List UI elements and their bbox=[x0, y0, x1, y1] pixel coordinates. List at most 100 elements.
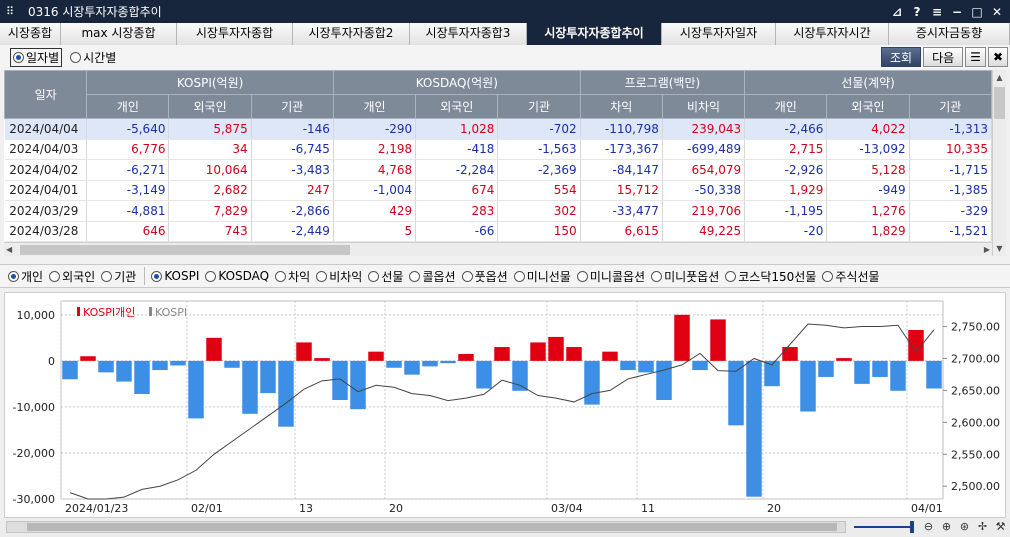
market-radio-1[interactable]: KOSDAQ bbox=[205, 269, 269, 283]
chart-bar bbox=[854, 360, 870, 384]
investor-radio-0[interactable]: 개인 bbox=[8, 268, 43, 285]
zoom-slider[interactable] bbox=[854, 526, 912, 528]
query-button[interactable]: 조회 bbox=[880, 47, 922, 67]
market-radio-8[interactable]: 미니콜옵션 bbox=[576, 268, 646, 285]
tab-market-investor-hourly[interactable]: 시장투자자시간 bbox=[776, 23, 889, 45]
market-radio-2[interactable]: 차익 bbox=[275, 268, 310, 285]
table-cell: -1,313 bbox=[909, 118, 992, 140]
table-cell: -1,521 bbox=[909, 221, 992, 242]
table-cell: 5,875 bbox=[168, 118, 252, 140]
tab-market-investor-daily[interactable]: 시장투자자일자 bbox=[662, 23, 776, 45]
tab-market-investor-2[interactable]: 시장투자자종합2 bbox=[293, 23, 410, 45]
market-radio-4[interactable]: 선물 bbox=[368, 268, 403, 285]
data-grid[interactable]: 일자 KOSPI(억원) KOSDAQ(억원) 프로그램(백만) 선물(계약) … bbox=[4, 70, 992, 242]
legend-swatch-line bbox=[149, 307, 152, 316]
chart-bar bbox=[602, 351, 618, 361]
radio-hourly[interactable]: 시간별 bbox=[70, 49, 116, 66]
radio-dot bbox=[8, 270, 19, 282]
header-col[interactable]: 비차익 bbox=[661, 94, 746, 119]
market-radio-9[interactable]: 미니풋옵션 bbox=[651, 268, 719, 285]
table-row[interactable]: 2024/04/02 -6,271 10,064 -3,483 4,768 -2,284-… bbox=[4, 159, 992, 181]
y-tick-label-left: -20,000 bbox=[13, 447, 55, 460]
market-radio-11[interactable]: 주식선물 bbox=[822, 268, 880, 285]
table-cell: -5,640 bbox=[86, 118, 170, 140]
header-col[interactable]: 기관 bbox=[250, 94, 334, 119]
y-tick-label-right: 2,700.00 bbox=[951, 352, 1000, 365]
settings-icon[interactable]: ⚒ bbox=[993, 519, 1008, 534]
header-col[interactable]: 차익 bbox=[579, 94, 663, 119]
investor-radio-2[interactable]: 기관 bbox=[101, 268, 136, 285]
market-radio-0[interactable]: KOSPI bbox=[151, 269, 199, 283]
header-col[interactable]: 기관 bbox=[497, 94, 581, 119]
settings-icon[interactable]: ✖ bbox=[987, 47, 1008, 67]
chart-panel[interactable]: 10,000 0 -10,000 -20,000 -30,000 2,750.00 2,70… bbox=[4, 292, 1006, 518]
header-col[interactable]: 개인 bbox=[86, 94, 170, 119]
table-cell: 2,198 bbox=[333, 139, 417, 160]
horizontal-scrollbar[interactable]: ◀ ▶ bbox=[4, 242, 992, 256]
header-date[interactable]: 일자 bbox=[4, 70, 88, 119]
table-row[interactable]: 2024/04/03 6,776 34 -6,745 2,198 -418 -1,563 -1… bbox=[4, 139, 992, 160]
market-radio-7[interactable]: 미니선물 bbox=[513, 268, 571, 285]
scroll-thumb[interactable] bbox=[27, 523, 837, 531]
maximize-icon[interactable]: □ bbox=[968, 5, 986, 19]
tab-fund-flow[interactable]: 증시자금동향 bbox=[889, 23, 1010, 45]
tab-market-overview[interactable]: 시장종합 bbox=[0, 23, 61, 45]
market-radio-label: 미니콜옵션 bbox=[589, 269, 646, 284]
scroll-right-icon[interactable]: ▶ bbox=[984, 243, 990, 257]
market-radio-5[interactable]: 콜옵션 bbox=[409, 268, 456, 285]
radio-dot bbox=[13, 51, 24, 63]
chart-bar bbox=[134, 360, 150, 395]
market-radio-label: 코스닥150선물 bbox=[738, 269, 817, 284]
market-radio-10[interactable]: 코스닥150선물 bbox=[725, 268, 816, 285]
market-radio-group: KOSPI KOSDAQ 차익 비차익 선물 콜옵션 풋옵션 미니선물 미니콜옵션 미니풋옵션 코스… bbox=[151, 268, 885, 285]
tab-max-market-overview[interactable]: max 시장종합 bbox=[61, 23, 177, 45]
header-col[interactable]: 외국인 bbox=[415, 94, 499, 119]
help-icon[interactable]: ? bbox=[908, 5, 926, 19]
restore-icon[interactable]: ≡ bbox=[928, 5, 946, 19]
table-cell: 5 bbox=[333, 221, 417, 242]
investor-radio-1[interactable]: 외국인 bbox=[49, 268, 95, 285]
investor-radio-label: 외국인 bbox=[62, 269, 96, 284]
market-radio-6[interactable]: 풋옵션 bbox=[461, 268, 508, 285]
header-col[interactable]: 개인 bbox=[744, 94, 828, 119]
zoom-fit-icon[interactable]: ⊛ bbox=[957, 519, 972, 534]
table-row[interactable]: 2024/04/01 -3,149 2,682 247 -1,004 674 554 15,7… bbox=[4, 180, 992, 201]
scroll-up-icon[interactable]: ▲ bbox=[993, 70, 1006, 85]
scroll-left-icon[interactable]: ◀ bbox=[6, 243, 12, 257]
close-icon[interactable]: ✕ bbox=[988, 5, 1006, 19]
minimize-icon[interactable]: − bbox=[948, 5, 966, 19]
header-col[interactable]: 외국인 bbox=[826, 94, 910, 119]
scroll-thumb[interactable] bbox=[994, 87, 1005, 119]
table-cell: -1,195 bbox=[744, 200, 828, 222]
zoom-out-icon[interactable]: ⊖ bbox=[921, 519, 936, 534]
x-tick-label: 02/01 bbox=[191, 502, 223, 515]
zoom-slider-handle[interactable] bbox=[910, 521, 914, 533]
header-col[interactable]: 외국인 bbox=[168, 94, 252, 119]
header-col[interactable]: 개인 bbox=[332, 94, 417, 119]
legend-label-bar: KOSPI개인 bbox=[83, 306, 135, 319]
radio-daily[interactable]: 일자별 bbox=[10, 47, 63, 67]
chart-bar bbox=[332, 360, 348, 400]
header-col[interactable]: 기관 bbox=[908, 94, 992, 119]
tab-market-investor-trend[interactable]: 시장투자자종합추이 bbox=[527, 23, 662, 45]
chart-bar bbox=[620, 360, 636, 371]
pin-icon[interactable]: ⊿ bbox=[888, 5, 906, 19]
scroll-thumb[interactable] bbox=[20, 245, 350, 255]
table-row[interactable]: 2024/04/04 -5,640 5,875 -146 -290 1,028 -702 -1… bbox=[4, 118, 992, 140]
table-cell: 10,335 bbox=[909, 139, 992, 160]
vertical-scrollbar[interactable]: ▲ ▼ bbox=[992, 70, 1006, 256]
market-radio-3[interactable]: 비차익 bbox=[316, 268, 362, 285]
scroll-down-icon[interactable]: ▼ bbox=[993, 241, 1006, 256]
next-button[interactable]: 다음 bbox=[923, 47, 964, 67]
list-icon[interactable]: ☰ bbox=[965, 47, 986, 67]
crosshair-icon[interactable]: ✢ bbox=[975, 519, 990, 534]
table-row[interactable]: 2024/03/28 646 743 -2,449 5 -66 150 6,615 49,225… bbox=[4, 221, 992, 242]
tab-market-investor[interactable]: 시장투자자종합 bbox=[177, 23, 293, 45]
table-row[interactable]: 2024/03/29 -4,881 7,829 -2,866 429 283 302 -33,… bbox=[4, 200, 992, 222]
chart-scrollbar[interactable] bbox=[6, 521, 846, 533]
tab-market-investor-3[interactable]: 시장투자자종합3 bbox=[410, 23, 527, 45]
zoom-in-icon[interactable]: ⊕ bbox=[939, 519, 954, 534]
table-cell: 554 bbox=[497, 180, 581, 201]
x-tick-label: 2024/01/23 bbox=[65, 502, 128, 515]
chart-bar bbox=[62, 360, 78, 380]
